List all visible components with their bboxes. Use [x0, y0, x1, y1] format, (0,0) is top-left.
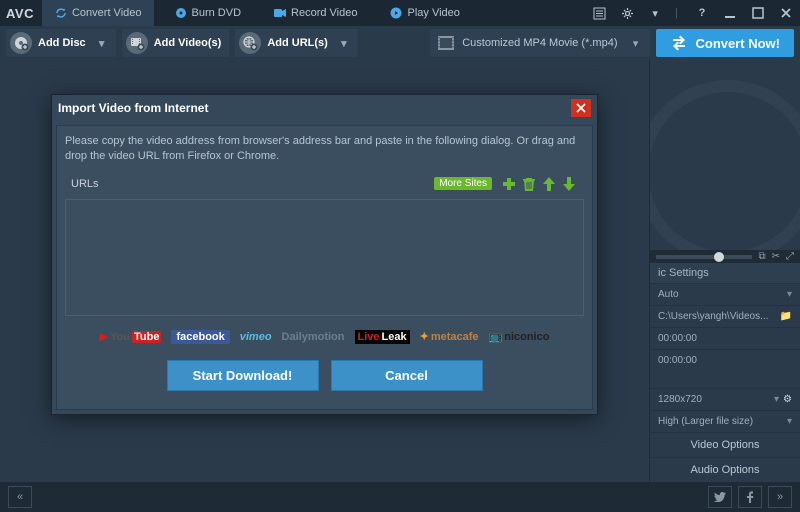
- setting-row-path[interactable]: C:\Users\yangh\Videos...📁: [650, 305, 800, 327]
- move-up-icon-button[interactable]: [540, 175, 558, 193]
- setting-row-resolution[interactable]: 1280x720▾⚙: [650, 388, 800, 410]
- settings-header: ic Settings: [650, 263, 800, 283]
- list-icon[interactable]: [591, 5, 607, 21]
- site-niconico: 📺niconico: [489, 330, 550, 343]
- menu-icon[interactable]: ▾: [647, 5, 663, 21]
- move-down-icon-button[interactable]: [560, 175, 578, 193]
- dialog-close-button[interactable]: [571, 99, 591, 117]
- chevron-down-icon: ▾: [630, 37, 642, 50]
- site-dailymotion: Dailymotion: [282, 331, 345, 343]
- collapse-left-button[interactable]: «: [8, 486, 32, 508]
- tab-play-video[interactable]: Play Video: [377, 0, 471, 26]
- import-video-dialog: Import Video from Internet Please copy t…: [51, 94, 598, 415]
- copy-icon[interactable]: ⧉: [758, 251, 765, 262]
- urls-textarea[interactable]: [65, 199, 584, 316]
- add-url-icon-button[interactable]: [500, 175, 518, 193]
- expand-right-button[interactable]: »: [768, 486, 792, 508]
- video-options-button[interactable]: Video Options: [650, 432, 800, 457]
- facebook-icon[interactable]: [738, 486, 762, 508]
- site-facebook: facebook: [171, 330, 229, 344]
- add-urls-button[interactable]: Add URL(s) ▾: [235, 29, 358, 57]
- setting-row-time: 00:00:00: [650, 327, 800, 349]
- site-youtube: ▶YouTube: [100, 330, 162, 343]
- cut-icon[interactable]: ✂: [772, 251, 780, 262]
- format-label: Customized MP4 Movie (*.mp4): [462, 37, 617, 49]
- seek-slider[interactable]: [656, 255, 752, 259]
- add-url-icon: [239, 32, 261, 54]
- button-label: Add URL(s): [267, 37, 328, 49]
- folder-icon[interactable]: 📁: [780, 311, 792, 322]
- delete-url-icon-button[interactable]: [520, 175, 538, 193]
- button-label: Add Disc: [38, 37, 86, 49]
- camera-icon: [273, 6, 287, 20]
- tab-burn-dvd[interactable]: Burn DVD: [162, 0, 254, 26]
- add-video-icon: [126, 32, 148, 54]
- disc-icon: [174, 6, 188, 20]
- start-download-button[interactable]: Start Download!: [167, 360, 319, 391]
- output-format-select[interactable]: Customized MP4 Movie (*.mp4) ▾: [430, 29, 649, 57]
- close-icon[interactable]: [778, 5, 794, 21]
- convert-now-button[interactable]: Convert Now!: [656, 29, 795, 57]
- gear-icon[interactable]: [619, 5, 635, 21]
- add-videos-button[interactable]: Add Video(s): [122, 29, 230, 57]
- tab-convert-video[interactable]: Convert Video: [42, 0, 154, 26]
- gear-icon[interactable]: ⚙: [783, 394, 792, 405]
- site-vimeo: vimeo: [240, 331, 272, 343]
- app-logo: AVC: [6, 6, 34, 21]
- expand-icon[interactable]: ⤢: [786, 251, 794, 262]
- cancel-button[interactable]: Cancel: [331, 360, 483, 391]
- minimize-icon[interactable]: [722, 5, 738, 21]
- audio-options-button[interactable]: Audio Options: [650, 457, 800, 482]
- help-icon[interactable]: ?: [694, 5, 710, 21]
- button-label: Convert Now!: [696, 36, 781, 51]
- playback-bar: ⧉ ✂ ⤢: [650, 250, 800, 263]
- tab-label: Burn DVD: [192, 7, 242, 19]
- twitter-icon[interactable]: [708, 486, 732, 508]
- site-metacafe: ✦metacafe: [420, 330, 479, 343]
- maximize-icon[interactable]: [750, 5, 766, 21]
- tab-label: Record Video: [291, 7, 357, 19]
- setting-row[interactable]: Auto▾: [650, 283, 800, 305]
- chevron-down-icon: ▾: [96, 37, 108, 50]
- convert-icon: [670, 35, 688, 51]
- dialog-title: Import Video from Internet: [58, 101, 208, 115]
- film-icon: [438, 36, 454, 50]
- tab-label: Convert Video: [72, 7, 142, 19]
- supported-sites: ▶YouTube facebook vimeo Dailymotion Live…: [65, 320, 584, 356]
- tab-label: Play Video: [407, 7, 459, 19]
- urls-label: URLs: [71, 178, 99, 190]
- add-disc-icon: [10, 32, 32, 54]
- more-sites-button[interactable]: More Sites: [434, 177, 492, 190]
- add-disc-button[interactable]: Add Disc ▾: [6, 29, 116, 57]
- site-liveleak: LiveLeak: [355, 330, 410, 344]
- chevron-down-icon: ▾: [338, 37, 350, 50]
- preview-panel: [650, 60, 800, 250]
- play-icon: [389, 6, 403, 20]
- refresh-icon: [54, 6, 68, 20]
- setting-row-time: 00:00:00: [650, 349, 800, 371]
- tab-record-video[interactable]: Record Video: [261, 0, 369, 26]
- setting-row-quality[interactable]: High (Larger file size)▾: [650, 410, 800, 432]
- button-label: Add Video(s): [154, 37, 222, 49]
- dialog-message: Please copy the video address from brows…: [65, 134, 584, 165]
